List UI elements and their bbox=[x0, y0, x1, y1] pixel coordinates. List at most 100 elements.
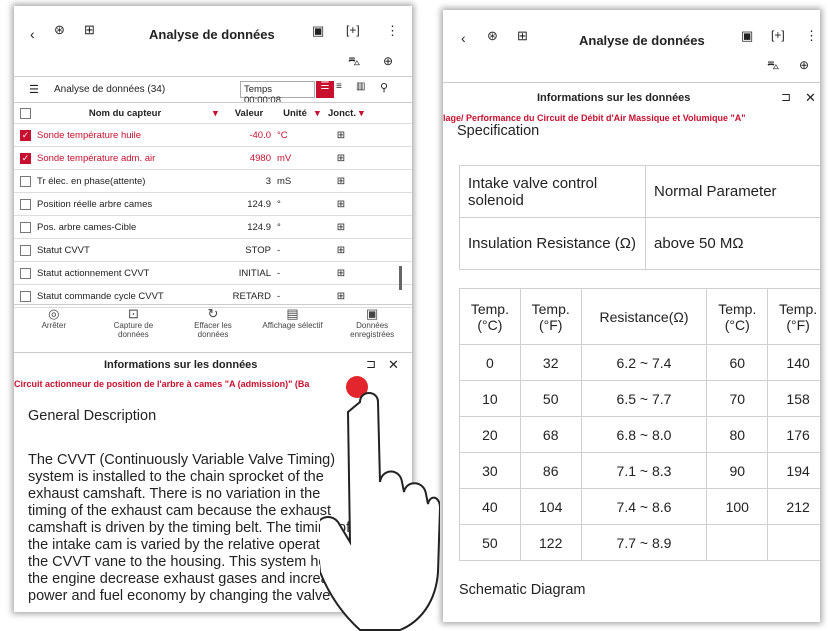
more-icon[interactable]: ⋮ bbox=[805, 28, 818, 44]
column-header: Temp. (°F) bbox=[519, 288, 582, 345]
table-row[interactable]: Tr élec. en phase(attente) 3 mS ⊞ bbox=[14, 170, 412, 193]
graph-view-button[interactable]: ▥ bbox=[356, 81, 365, 92]
table-cell: 50 bbox=[459, 524, 521, 561]
close-icon[interactable]: ✕ bbox=[388, 357, 399, 373]
table-cell: 10 bbox=[459, 380, 521, 417]
table-cell: 194 bbox=[767, 452, 820, 489]
toolbar-button[interactable]: ▤ Affichage sélectif bbox=[258, 307, 328, 347]
vci-icon[interactable]: ▣ bbox=[741, 28, 753, 44]
table-row[interactable]: Position réelle arbre cames 124.9 ° ⊞ bbox=[14, 193, 412, 216]
junction-icon[interactable]: ⊞ bbox=[321, 268, 361, 279]
sensor-name: Statut CVVT bbox=[37, 244, 90, 256]
sensor-value: RETARD bbox=[232, 290, 271, 302]
row-checkbox[interactable]: ✓ bbox=[20, 152, 31, 164]
dock-icon[interactable]: ⊐ bbox=[366, 357, 376, 371]
junction-icon[interactable]: ⊞ bbox=[321, 291, 361, 302]
fullscreen-icon[interactable]: [+] bbox=[346, 23, 360, 37]
vci-icon[interactable]: ▣ bbox=[312, 23, 324, 39]
toolbar-button[interactable]: ⊡ Capture de données bbox=[98, 307, 168, 347]
vehicle-icon[interactable]: ⊛ bbox=[54, 22, 65, 38]
sensor-unit: ° bbox=[277, 198, 281, 210]
toolbar-button[interactable]: ▣ Données enregistrées bbox=[337, 307, 407, 347]
sort-icon[interactable]: ▾ bbox=[213, 108, 223, 119]
sensor-name: Tr élec. en phase(attente) bbox=[37, 175, 146, 187]
column-value[interactable]: Valeur bbox=[223, 108, 275, 119]
more-icon[interactable]: ⋮ bbox=[386, 23, 399, 39]
table-row: Intake valve control solenoid Normal Para… bbox=[459, 165, 820, 218]
sensor-value: 3 bbox=[265, 175, 271, 187]
table-cell: 86 bbox=[519, 452, 582, 489]
junction-icon[interactable]: ⊞ bbox=[321, 130, 361, 141]
page-title: Analyse de données bbox=[579, 33, 705, 48]
list-view-button[interactable]: ☰ bbox=[316, 81, 334, 98]
sensor-name: Statut actionnement CVVT bbox=[37, 267, 150, 279]
back-icon[interactable]: ‹ bbox=[461, 30, 466, 46]
table-row[interactable]: ✓ Sonde température huile -40.0 °C ⊞ bbox=[14, 124, 412, 147]
list-title: Analyse de données (34) bbox=[54, 84, 166, 95]
back-icon[interactable]: ‹ bbox=[30, 26, 35, 42]
table-row[interactable]: ✓ Sonde température adm. air 4980 mV ⊞ bbox=[14, 147, 412, 170]
search-icon[interactable]: ⚲ bbox=[380, 81, 388, 94]
junction-icon[interactable]: ⊞ bbox=[321, 222, 361, 233]
list-icon[interactable]: ☰ bbox=[29, 83, 39, 96]
fullscreen-icon[interactable]: [+] bbox=[771, 28, 785, 42]
column-header: Resistance(Ω) bbox=[580, 288, 708, 345]
table-cell: 7.7 ~ 8.9 bbox=[580, 524, 708, 561]
row-checkbox[interactable] bbox=[20, 267, 31, 279]
row-checkbox[interactable] bbox=[20, 198, 31, 210]
select-all-checkbox[interactable] bbox=[20, 107, 31, 119]
saved-data-icon: ▣ bbox=[366, 306, 379, 321]
table-cell: 6.5 ~ 7.7 bbox=[580, 380, 708, 417]
junction-icon[interactable]: ⊞ bbox=[321, 153, 361, 164]
table-cell: 80 bbox=[706, 416, 769, 453]
table-cell: 70 bbox=[706, 380, 769, 417]
junction-icon[interactable]: ⊞ bbox=[321, 176, 361, 187]
row-checkbox[interactable]: ✓ bbox=[20, 129, 31, 141]
row-checkbox[interactable] bbox=[20, 175, 31, 187]
text-view-button[interactable]: ≡ bbox=[336, 81, 342, 92]
row-checkbox[interactable] bbox=[20, 221, 31, 233]
junction-icon[interactable]: ⊞ bbox=[321, 199, 361, 210]
sort-icon[interactable]: ▾ bbox=[315, 108, 325, 119]
dock-icon[interactable]: ⊐ bbox=[781, 90, 791, 104]
vehicle-icon[interactable]: ⊛ bbox=[487, 28, 498, 44]
page-title: Analyse de données bbox=[149, 27, 275, 42]
table-row: 30 86 7.1 ~ 8.3 90 194 bbox=[459, 452, 820, 489]
scrollbar[interactable] bbox=[399, 266, 402, 290]
info-title: Informations sur les données bbox=[537, 92, 691, 104]
table-row[interactable]: Statut actionnement CVVT INITIAL - ⊞ bbox=[14, 262, 412, 285]
car-icon[interactable]: ⛍ bbox=[348, 54, 360, 70]
sensor-value: 4980 bbox=[249, 152, 271, 164]
table-cell: 176 bbox=[767, 416, 820, 453]
column-unit[interactable]: Unité bbox=[275, 108, 315, 119]
table-cell: 40 bbox=[459, 488, 521, 525]
table-cell: 90 bbox=[706, 452, 769, 489]
car-icon[interactable]: ⛍ bbox=[767, 58, 779, 74]
column-name[interactable]: Nom du capteur bbox=[37, 108, 213, 119]
row-checkbox[interactable] bbox=[20, 244, 31, 256]
sensor-value: -40.0 bbox=[249, 129, 271, 141]
sensor-name: Sonde température adm. air bbox=[37, 152, 156, 164]
table-row[interactable]: Statut CVVT STOP - ⊞ bbox=[14, 239, 412, 262]
table-row: 0 32 6.2 ~ 7.4 60 140 bbox=[459, 344, 820, 381]
table-cell: 212 bbox=[767, 488, 820, 525]
steering-icon[interactable]: ⊕ bbox=[383, 54, 393, 68]
steering-icon[interactable]: ⊕ bbox=[799, 58, 809, 72]
junction-icon[interactable]: ⊞ bbox=[321, 245, 361, 256]
table-cell: 68 bbox=[519, 416, 582, 453]
hand-pointer-icon bbox=[320, 392, 440, 631]
toolbar-button[interactable]: ◎ Arrêter bbox=[19, 307, 89, 347]
sort-icon[interactable]: ▾ bbox=[359, 108, 367, 119]
table-row: 50 122 7.7 ~ 8.9 bbox=[459, 524, 820, 561]
connector-icon[interactable]: ⊞ bbox=[517, 28, 528, 44]
column-junction[interactable]: Jonct. bbox=[325, 108, 359, 119]
table-header: Nom du capteur ▾ Valeur Unité ▾ Jonct. ▾ bbox=[14, 102, 412, 124]
table-row[interactable]: Pos. arbre cames-Cible 124.9 ° ⊞ bbox=[14, 216, 412, 239]
close-icon[interactable]: ✕ bbox=[805, 90, 816, 106]
table-cell: 7.4 ~ 8.6 bbox=[580, 488, 708, 525]
toolbar-button[interactable]: ↻ Effacer les données bbox=[178, 307, 248, 347]
row-checkbox[interactable] bbox=[20, 290, 31, 302]
connector-icon[interactable]: ⊞ bbox=[84, 22, 95, 38]
sensor-unit: - bbox=[277, 244, 281, 256]
sensor-name: Position réelle arbre cames bbox=[37, 198, 153, 210]
